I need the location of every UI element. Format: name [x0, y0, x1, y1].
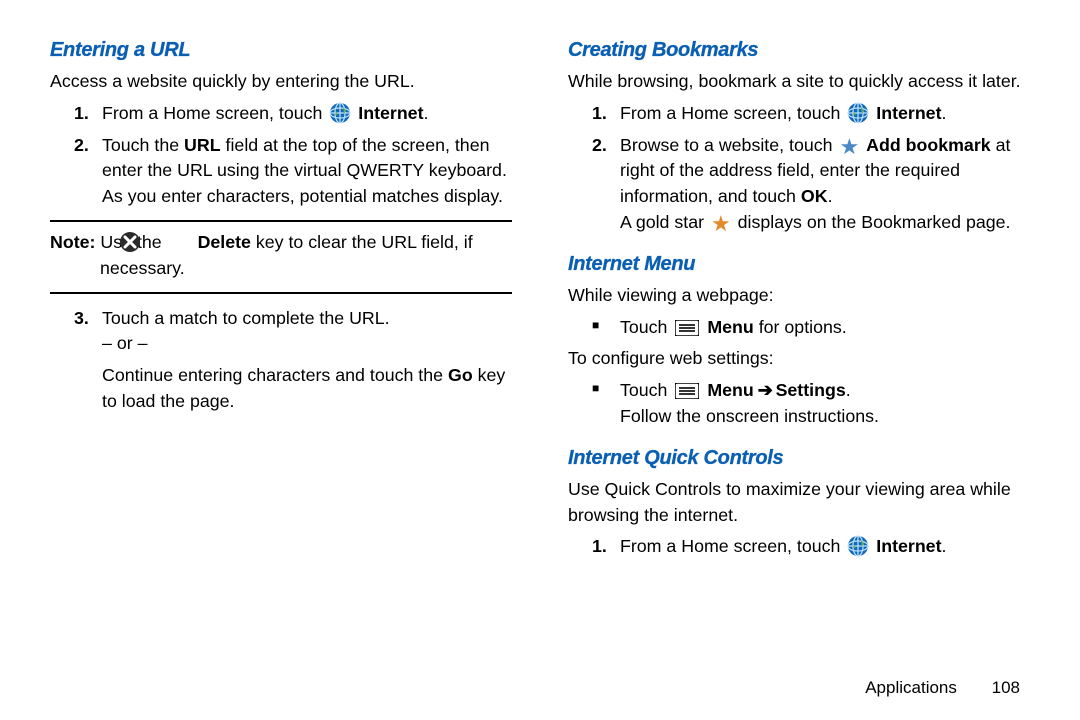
body-text: Continue entering characters and touch t… — [102, 365, 448, 385]
body-text: Continue entering characters and touch t… — [102, 363, 512, 415]
body-text: From a Home screen, touch — [620, 536, 840, 556]
body-text: . — [828, 186, 833, 206]
list-item: Touch Menu for options. — [592, 315, 1030, 341]
bold-text: Internet — [876, 536, 941, 556]
page-number: 108 — [992, 678, 1020, 697]
body-text: Use Quick Controls to maximize your view… — [568, 477, 1030, 529]
body-text: Touch — [620, 380, 672, 400]
manual-page: Entering a URL Access a website quickly … — [0, 0, 1080, 720]
body-text: . — [942, 103, 947, 123]
right-column: Creating Bookmarks While browsing, bookm… — [568, 36, 1030, 690]
bold-text: Settings — [776, 380, 846, 400]
body-text: . — [942, 536, 947, 556]
item-number: 1. — [74, 101, 89, 127]
bullet-list: Touch Menu ➔ Settings. Follow the onscre… — [592, 378, 1030, 430]
item-number: 2. — [592, 133, 607, 159]
bold-text: Note: — [50, 232, 95, 252]
body-text: Follow the onscreen instructions. — [620, 404, 1030, 430]
bold-text: URL — [184, 135, 221, 155]
internet-globe-icon — [329, 102, 351, 124]
item-number: 3. — [74, 306, 89, 332]
menu-icon — [675, 383, 699, 399]
ordered-list: 3. Touch a match to complete the URL. – … — [74, 306, 512, 415]
bold-text: Delete — [198, 232, 251, 252]
body-text: – or – — [102, 331, 512, 357]
item-number: 1. — [592, 534, 607, 560]
internet-globe-icon — [847, 535, 869, 557]
body-text: Touch a match to complete the URL. — [102, 308, 390, 328]
heading-entering-url: Entering a URL — [50, 36, 512, 65]
body-text: To configure web settings: — [568, 346, 1030, 372]
list-item: 2. Browse to a website, touch ★ Add book… — [592, 133, 1030, 236]
body-text: Touch the — [102, 135, 184, 155]
footer: Applications 108 — [865, 678, 1020, 698]
body-text: From a Home screen, touch — [620, 103, 840, 123]
heading-creating-bookmarks: Creating Bookmarks — [568, 36, 1030, 65]
ordered-list: 1. From a Home screen, touch Internet. 2… — [74, 101, 512, 210]
list-item: Touch Menu ➔ Settings. Follow the onscre… — [592, 378, 1030, 430]
note-block: Note: Use the Delete key to clear the UR… — [50, 220, 512, 294]
list-item: 1. From a Home screen, touch Internet. — [592, 101, 1030, 127]
bold-text: Menu — [707, 380, 753, 400]
body-text: A gold star ★ displays on the Bookmarked… — [620, 210, 1030, 236]
body-text: While viewing a webpage: — [568, 283, 1030, 309]
bold-text: Internet — [876, 103, 941, 123]
body-text: Touch — [620, 317, 672, 337]
body-text: . — [846, 380, 851, 400]
ordered-list: 1. From a Home screen, touch Internet. — [592, 534, 1030, 560]
list-item: 1. From a Home screen, touch Internet. — [74, 101, 512, 127]
list-item: 1. From a Home screen, touch Internet. — [592, 534, 1030, 560]
section-name: Applications — [865, 678, 957, 697]
body-text: Browse to a website, touch — [620, 135, 837, 155]
item-number: 1. — [592, 101, 607, 127]
internet-globe-icon — [847, 102, 869, 124]
item-number: 2. — [74, 133, 89, 159]
heading-quick-controls: Internet Quick Controls — [568, 444, 1030, 473]
left-column: Entering a URL Access a website quickly … — [50, 36, 512, 690]
ordered-list: 1. From a Home screen, touch Internet. 2… — [592, 101, 1030, 236]
body-text: . — [424, 103, 429, 123]
bold-text: Internet — [358, 103, 423, 123]
list-item: 2. Touch the URL field at the top of the… — [74, 133, 512, 210]
body-text: From a Home screen, touch — [102, 103, 322, 123]
body-text: As you enter characters, potential match… — [102, 184, 512, 210]
body-text: displays on the Bookmarked page. — [738, 212, 1011, 232]
body-text: for options. — [754, 317, 847, 337]
body-text: Access a website quickly by entering the… — [50, 69, 512, 95]
body-text: A gold star — [620, 212, 709, 232]
menu-icon — [675, 320, 699, 336]
delete-x-icon — [169, 231, 191, 253]
arrow-icon: ➔ — [754, 380, 776, 400]
bold-text: Menu — [707, 317, 753, 337]
bullet-list: Touch Menu for options. — [592, 315, 1030, 341]
bold-text: Go — [448, 365, 473, 385]
bold-text: OK — [801, 186, 828, 206]
heading-internet-menu: Internet Menu — [568, 250, 1030, 279]
body-text: While browsing, bookmark a site to quick… — [568, 69, 1030, 95]
list-item: 3. Touch a match to complete the URL. – … — [74, 306, 512, 415]
bold-text: Add bookmark — [866, 135, 991, 155]
